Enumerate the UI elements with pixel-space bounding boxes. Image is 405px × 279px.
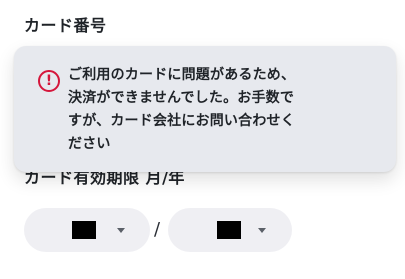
selected-month-value — [72, 221, 96, 239]
selected-year-value — [217, 221, 241, 239]
card-number-label: カード番号 — [24, 16, 107, 35]
chevron-down-icon — [117, 228, 125, 233]
error-icon: ! — [38, 70, 60, 92]
expiry-month-select[interactable] — [24, 208, 150, 252]
chevron-down-icon — [258, 228, 266, 233]
card-error-tooltip: ! ご利用のカードに問題があるため、 決済ができませんでした。お手数で すが、カ… — [14, 46, 396, 172]
expiry-year-select[interactable] — [168, 208, 292, 252]
date-separator: / — [154, 219, 161, 240]
error-message: ご利用のカードに問題があるため、 決済ができませんでした。お手数で すが、カード… — [68, 67, 296, 152]
